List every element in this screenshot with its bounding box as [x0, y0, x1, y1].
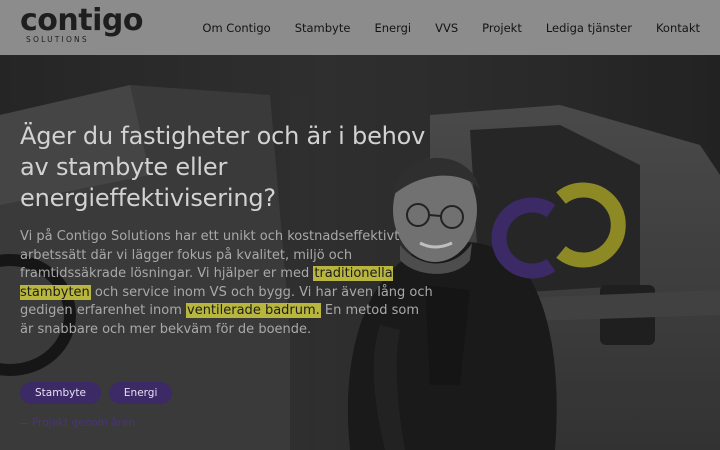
nav-energi[interactable]: Energi	[374, 21, 411, 35]
contigo-brand-mark	[491, 182, 626, 279]
site-header: contigo SOLUTIONS Om Contigo Stambyte En…	[0, 0, 720, 55]
nav-stambyte[interactable]: Stambyte	[295, 21, 351, 35]
contigo-logo[interactable]: contigo SOLUTIONS	[20, 4, 143, 45]
dash-icon	[20, 422, 28, 424]
nav-kontakt[interactable]: Kontakt	[656, 21, 700, 35]
tag-energi[interactable]: Energi	[108, 382, 173, 404]
projects-link[interactable]: Projekt genom åren	[20, 417, 135, 429]
projects-link-label: Projekt genom åren	[32, 417, 135, 429]
nav-vvs[interactable]: VVS	[435, 21, 458, 35]
nav-projekt[interactable]: Projekt	[482, 21, 522, 35]
logo-wordmark: contigo	[20, 3, 143, 38]
tag-stambyte[interactable]: Stambyte	[20, 382, 101, 404]
nav-lediga-tjanster[interactable]: Lediga tjänster	[546, 21, 632, 35]
logo-subtitle: SOLUTIONS	[26, 35, 89, 44]
highlight-ventilerade-badrum: ventilerade badrum.	[186, 303, 321, 318]
service-tags: Stambyte Energi	[20, 382, 173, 404]
hero-headline: Äger du fastigheter och är i behov av st…	[20, 122, 426, 212]
hero-section: Äger du fastigheter och är i behov av st…	[0, 55, 720, 450]
hero-intro: Vi på Contigo Solutions har ett unikt oc…	[20, 228, 435, 339]
nav-om-contigo[interactable]: Om Contigo	[202, 21, 270, 35]
hero-content: Äger du fastigheter och är i behov av st…	[20, 121, 440, 339]
main-nav: Om Contigo Stambyte Energi VVS Projekt L…	[202, 0, 700, 55]
